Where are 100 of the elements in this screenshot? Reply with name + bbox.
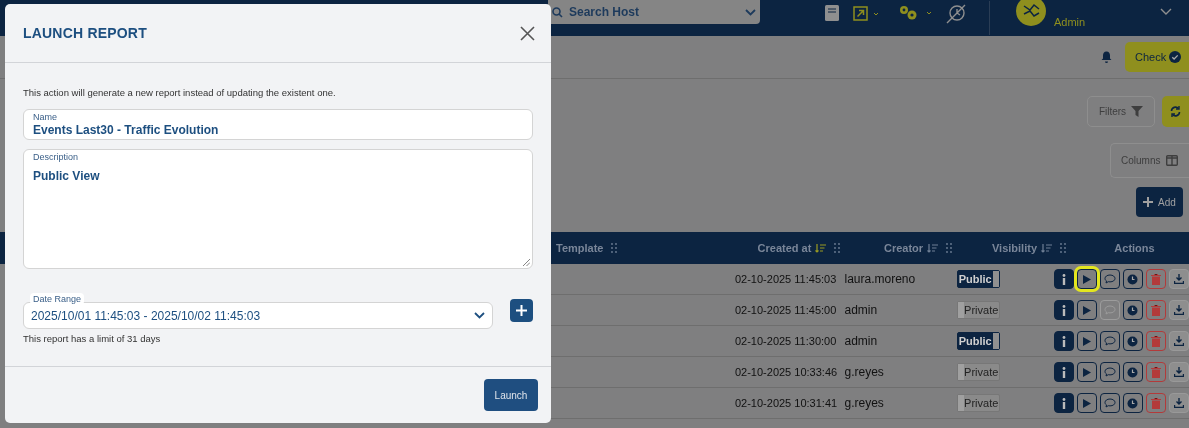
add-button[interactable] (510, 299, 533, 323)
plus-icon (1143, 197, 1154, 207)
search-field[interactable]: Search Host (548, 0, 760, 24)
visibility-toggle[interactable]: Private (956, 301, 1000, 319)
comment-icon (1104, 367, 1116, 377)
table-cell: 02-10-2025 11:45:03 (734, 273, 837, 285)
user-role: Admin (1054, 14, 1087, 30)
refresh-button[interactable] (1162, 96, 1189, 127)
check-button[interactable]: Check (1125, 42, 1189, 72)
clock-button[interactable] (1123, 269, 1143, 289)
info-button[interactable] (1054, 300, 1074, 320)
resize-grip-icon[interactable] (523, 259, 530, 267)
book-icon[interactable] (825, 5, 839, 21)
hint-text: This report has a limit of 31 days (23, 332, 162, 347)
column-header[interactable]: Creator (883, 239, 924, 257)
description-field[interactable]: Description Public View (23, 149, 533, 270)
gears-icon[interactable] (899, 5, 933, 21)
drag-handle-icon[interactable] (611, 243, 618, 253)
table-cell-text: laura.moreno (843, 271, 917, 288)
column-header[interactable]: Actions (1114, 239, 1155, 257)
download-button[interactable] (1169, 331, 1189, 351)
external-link-icon[interactable] (853, 5, 880, 21)
comment-button[interactable] (1100, 331, 1120, 351)
chevron-down-icon[interactable] (1160, 8, 1172, 16)
clock-icon (1127, 335, 1139, 347)
visibility-toggle[interactable]: Public (956, 270, 1000, 288)
clock-icon (1127, 304, 1139, 316)
field-value: Public View (33, 169, 101, 185)
column-header[interactable]: Created at (757, 239, 812, 257)
play-button[interactable] (1077, 269, 1097, 289)
name-field[interactable]: Name Events Last30 - Traffic Evolution (23, 109, 533, 141)
info-icon (1062, 304, 1066, 316)
table-cell: 02-10-2025 11:30:00 (734, 335, 837, 347)
sort-icon[interactable] (927, 243, 939, 253)
info-button[interactable] (1054, 362, 1074, 382)
clock-button[interactable] (1123, 331, 1143, 351)
clock-icon (1127, 397, 1139, 409)
download-button[interactable] (1169, 362, 1189, 382)
avatar-icon[interactable] (1016, 0, 1046, 26)
launch-button[interactable]: Launch (484, 379, 538, 411)
comment-button[interactable] (1100, 269, 1120, 289)
table-cell-text: g.reyes (843, 395, 885, 412)
check-circle-icon (1169, 51, 1182, 63)
download-icon (1174, 398, 1184, 408)
download-icon (1174, 274, 1184, 284)
info-icon (1062, 273, 1066, 285)
trash-icon (1151, 273, 1161, 285)
info-icon (1062, 335, 1066, 347)
download-button[interactable] (1169, 300, 1189, 320)
play-icon (1083, 274, 1091, 284)
comment-button[interactable] (1100, 393, 1120, 413)
field-value: Events Last30 - Traffic Evolution (33, 123, 220, 139)
bell-icon[interactable] (1101, 51, 1112, 63)
trash-icon (1151, 335, 1161, 347)
info-button[interactable] (1054, 269, 1074, 289)
table-cell: 02-10-2025 10:33:46 (734, 366, 838, 378)
table-cell: 02-10-2025 11:45:00 (734, 304, 837, 316)
play-button[interactable] (1077, 331, 1097, 351)
column-header[interactable]: Visibility (991, 239, 1037, 257)
download-button[interactable] (1169, 393, 1189, 413)
clock-icon (1127, 273, 1139, 285)
field-label: Description (33, 152, 80, 164)
info-icon (1062, 366, 1066, 378)
play-button[interactable] (1077, 300, 1097, 320)
visibility-toggle[interactable]: Private (956, 363, 1000, 381)
visibility-toggle[interactable]: Public (956, 332, 1000, 350)
play-button[interactable] (1077, 362, 1097, 382)
clock-button[interactable] (1123, 362, 1143, 382)
drag-handle-icon[interactable] (834, 243, 841, 253)
drag-handle-icon[interactable] (1060, 243, 1066, 253)
notice-text: This action will generate a new report instead of updating the existent one. (23, 86, 337, 100)
close-icon (519, 25, 535, 41)
play-icon (1083, 367, 1091, 377)
table-cell-text: g.reyes (843, 364, 885, 381)
play-icon (1083, 398, 1091, 408)
clock-button[interactable] (1123, 393, 1143, 413)
clock-button[interactable] (1123, 300, 1143, 320)
table-cell-text: admin (843, 333, 879, 350)
close-button[interactable] (519, 25, 535, 41)
play-icon (1083, 305, 1091, 315)
column-header[interactable]: Template (556, 239, 604, 257)
field-value: 2025/10/01 11:45:03 - 2025/10/02 11:45:03 (31, 307, 262, 325)
comment-button[interactable] (1100, 362, 1120, 382)
add-button[interactable]: Add (1136, 187, 1183, 217)
field-label: Date Range (30, 293, 85, 306)
chevron-down-icon (474, 312, 485, 320)
info-button[interactable] (1054, 331, 1074, 351)
play-icon (1083, 336, 1091, 346)
filters-button[interactable]: Filters (1087, 96, 1155, 127)
history-off-icon[interactable] (945, 4, 967, 24)
download-button[interactable] (1169, 269, 1189, 289)
play-button[interactable] (1077, 393, 1097, 413)
columns-button[interactable]: Columns (1110, 143, 1189, 178)
search-icon (552, 6, 563, 18)
download-icon (1174, 336, 1184, 346)
info-button[interactable] (1054, 393, 1074, 413)
visibility-toggle[interactable]: Private (956, 394, 1000, 412)
drag-handle-icon[interactable] (946, 243, 953, 253)
sort-icon[interactable] (815, 243, 827, 253)
sort-icon[interactable] (1041, 243, 1052, 253)
